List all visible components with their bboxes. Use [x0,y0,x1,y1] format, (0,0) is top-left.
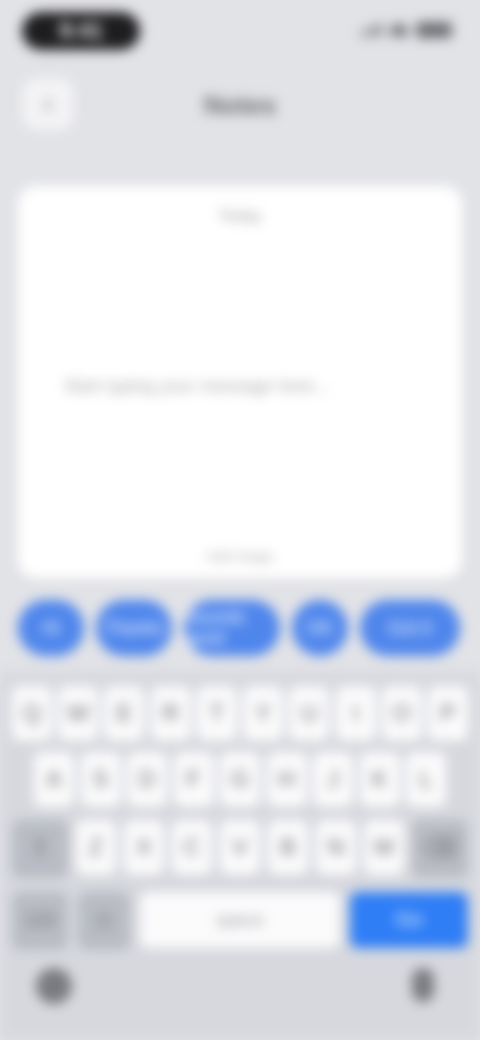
key[interactable]: T [196,686,237,742]
keyboard-footer [0,962,480,1040]
suggestion-chip[interactable]: Got it [360,600,460,656]
key[interactable]: F [173,752,214,808]
key[interactable]: D [127,752,167,808]
key[interactable]: Q [12,686,52,742]
keyboard-row-3: ⇧ Z X C V B N M ⌫ [12,820,468,876]
suggestion-chip[interactable]: Sounds good [184,600,280,656]
card-bottom-label[interactable]: Add image [18,548,462,564]
key[interactable]: E [104,686,145,742]
key[interactable]: C [172,820,212,876]
suggestion-chip[interactable]: OK [292,600,348,656]
key[interactable]: B [268,820,308,876]
key[interactable]: Y [243,686,284,742]
key[interactable]: X [124,820,164,876]
microphone-icon[interactable] [412,968,434,1002]
shift-key[interactable]: ⇧ [12,820,68,876]
key[interactable]: M [364,820,404,876]
key[interactable]: P [427,686,468,742]
key[interactable]: R [150,686,191,742]
suggestion-chip[interactable]: Hi [18,600,84,656]
signal-icon [360,24,382,36]
backspace-key[interactable]: ⌫ [412,820,468,876]
wifi-icon [390,24,408,36]
key[interactable]: O [381,686,422,742]
keyboard-row-1: Q W E R T Y U I O P [12,686,468,742]
key[interactable]: Z [76,820,116,876]
emoji-key[interactable]: ☺ [78,892,130,948]
key[interactable]: K [359,752,400,808]
keyboard-bottom-row: 123 ☺ space Go [12,892,468,948]
suggestion-chip[interactable]: Thanks [96,600,172,656]
keyboard-row-2: A S D F G H J K L [34,752,446,808]
key[interactable]: J [313,752,353,808]
status-time: 9:41 [22,12,140,50]
status-indicators [360,22,452,38]
key[interactable]: N [316,820,356,876]
return-key[interactable]: Go [350,892,468,948]
card-text[interactable]: Start typing your message here… [64,376,364,397]
key[interactable]: G [220,752,260,808]
space-key[interactable]: space [140,892,340,948]
numbers-key[interactable]: 123 [12,892,68,948]
suggestion-chips: Hi Thanks Sounds good OK Got it [18,600,470,656]
key[interactable]: H [266,752,307,808]
key[interactable]: W [58,686,99,742]
card-top-label: Today [218,208,262,225]
key[interactable]: S [80,752,121,808]
battery-icon [416,22,452,38]
key[interactable]: A [34,752,74,808]
key[interactable]: L [406,752,446,808]
message-card[interactable]: Today Start typing your message here… Ad… [18,186,462,578]
key[interactable]: V [220,820,260,876]
page-title: Notes [203,90,277,120]
key[interactable]: U [289,686,330,742]
globe-icon[interactable] [36,968,72,1004]
key[interactable]: I [335,686,376,742]
